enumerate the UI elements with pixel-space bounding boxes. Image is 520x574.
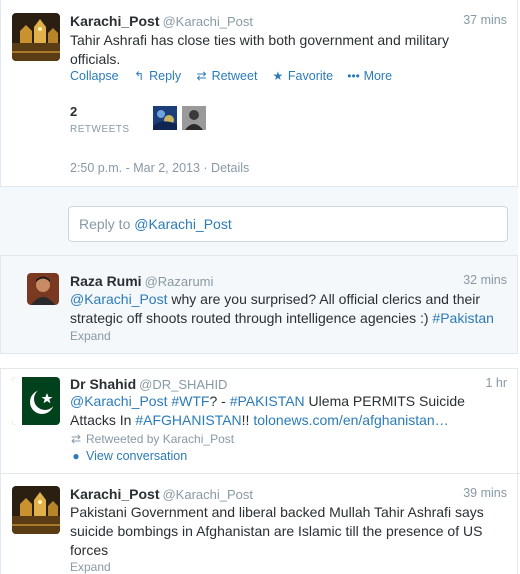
reply-input[interactable]: Reply to @Karachi_Post xyxy=(68,206,508,242)
retweet-count-label: RETWEETS xyxy=(70,124,130,135)
favorite-button[interactable]: ★ Favorite xyxy=(271,69,334,83)
reply-label: Reply xyxy=(149,69,182,83)
expand-link[interactable]: Expand xyxy=(70,560,111,574)
hashtag-link[interactable]: #Pakistan xyxy=(432,310,493,326)
karachi-post-avatar[interactable] xyxy=(12,13,60,61)
expand-link[interactable]: Expand xyxy=(70,329,111,343)
mention-link[interactable]: @Karachi_Post xyxy=(70,291,167,307)
author-name[interactable]: Raza Rumi xyxy=(70,273,142,289)
tweet-actions: Collapse ↰ Reply ⇄ Retweet ★ Favorite ••• Mo… xyxy=(70,69,402,83)
tweet-text: Pakistani Government and liberal backed … xyxy=(70,504,484,558)
retweeted-by-label: Retweeted by Karachi_Post xyxy=(86,432,235,446)
retweet-icon: ⇄ xyxy=(70,432,82,446)
retweeted-by[interactable]: ⇄ Retweeted by Karachi_Post xyxy=(69,432,234,446)
reply-icon: ↰ xyxy=(134,69,145,83)
mention-link[interactable]: @Karachi_Post xyxy=(70,393,167,409)
favorite-label: Favorite xyxy=(287,69,334,83)
expanded-tweet: Karachi_Post @Karachi_Post 37 mins Tahir … xyxy=(0,0,518,186)
retweet-stats[interactable]: 2 RETWEETS xyxy=(70,104,130,135)
view-conversation-label: View conversation xyxy=(86,449,188,463)
tweet-time[interactable]: 32 mins xyxy=(463,273,507,287)
tweet-text: Tahir Ashrafi has close ties with both g… xyxy=(70,32,449,67)
author-name[interactable]: Karachi_Post xyxy=(70,486,159,502)
author-handle[interactable]: @Karachi_Post xyxy=(162,14,253,29)
retweet-count: 2 xyxy=(70,104,78,119)
author-name[interactable]: Karachi_Post xyxy=(70,13,159,29)
reply-placeholder-mention: @Karachi_Post xyxy=(134,216,232,232)
ellipsis-icon: ••• xyxy=(347,69,360,83)
retweeter-avatar[interactable] xyxy=(153,106,177,130)
tweet-body: !! xyxy=(241,412,254,428)
karachi-post-avatar[interactable] xyxy=(12,486,60,534)
tweet-text: @Karachi_Post #WTF? - #PAKISTAN Ulema PE… xyxy=(70,392,503,430)
author-name[interactable]: Dr Shahid xyxy=(70,376,136,392)
pakistan-flag-avatar[interactable] xyxy=(12,377,60,425)
hashtag-link[interactable]: #WTF xyxy=(171,393,209,409)
retweeter-avatar[interactable] xyxy=(182,106,206,130)
retweet-icon: ⇄ xyxy=(196,69,207,83)
reply-button[interactable]: ↰ Reply xyxy=(132,69,181,83)
tweet-time[interactable]: 39 mins xyxy=(463,486,507,500)
author-handle[interactable]: @Razarumi xyxy=(145,274,214,289)
raza-rumi-avatar[interactable] xyxy=(27,273,59,305)
star-icon: ★ xyxy=(272,69,284,83)
tweet[interactable]: Karachi_Post @Karachi_Post 39 mins Pakist… xyxy=(0,474,518,574)
tweet-time[interactable]: 1 hr xyxy=(485,376,507,390)
tweet-text: @Karachi_Post why are you surprised? All… xyxy=(70,290,503,328)
reply-placeholder-prefix: Reply to xyxy=(79,216,131,232)
more-button[interactable]: ••• More xyxy=(347,69,392,83)
tweet-datetime: 2:50 p.m. - Mar 2, 2013 · Details xyxy=(70,161,250,175)
collapse-link[interactable]: Collapse xyxy=(70,69,119,83)
hashtag-link[interactable]: #AFGHANISTAN xyxy=(135,412,241,428)
more-label: More xyxy=(363,69,393,83)
view-conversation-link[interactable]: ● View conversation xyxy=(69,449,187,463)
tweet-body: ? - xyxy=(209,393,230,409)
url-link[interactable]: tolonews.com/en/afghanistan… xyxy=(253,412,448,428)
tweet-time[interactable]: 37 mins xyxy=(463,13,507,27)
details-link[interactable]: Details xyxy=(211,161,249,175)
retweet-label: Retweet xyxy=(211,69,258,83)
author-handle[interactable]: @DR_SHAHID xyxy=(139,377,227,392)
thread-gap xyxy=(0,354,520,368)
reply-tweet[interactable]: Raza Rumi @Razarumi 32 mins @Karachi_Post… xyxy=(0,256,518,354)
speech-bubble-icon: ● xyxy=(72,449,80,463)
timestamp: 2:50 p.m. - Mar 2, 2013 xyxy=(70,161,200,175)
hashtag-link[interactable]: #PAKISTAN xyxy=(230,393,305,409)
retweet-button[interactable]: ⇄ Retweet xyxy=(195,69,258,83)
author-handle[interactable]: @Karachi_Post xyxy=(162,487,253,502)
reply-box: Reply to @Karachi_Post xyxy=(0,186,518,256)
